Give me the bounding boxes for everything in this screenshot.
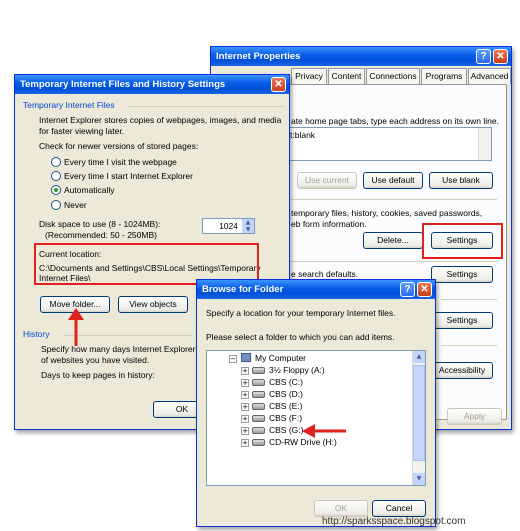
- hard-drive-icon: [252, 379, 265, 386]
- expand-icon[interactable]: +: [241, 403, 249, 411]
- scroll-up-icon[interactable]: ▲: [413, 351, 425, 363]
- browse-select-prompt: Please select a folder to which you can …: [206, 332, 395, 342]
- tab-privacy[interactable]: Privacy: [291, 68, 327, 84]
- cd-drive-icon: [252, 439, 265, 446]
- expand-icon[interactable]: +: [241, 439, 249, 447]
- apply-button[interactable]: Apply: [447, 408, 502, 425]
- browse-folder-window: Browse for Folder ? ✕ Specify a location…: [196, 279, 436, 527]
- temp-files-group-title: Temporary Internet Files: [23, 100, 115, 110]
- browsing-history-text-2: eb form information.: [291, 219, 367, 229]
- hard-drive-icon: [252, 391, 265, 398]
- browsing-history-text-1: temporary files, history, cookies, saved…: [291, 208, 483, 218]
- help-icon[interactable]: ?: [400, 282, 415, 297]
- radio-every-start[interactable]: [51, 171, 61, 181]
- scroll-thumb[interactable]: [413, 365, 425, 461]
- window-title: Browse for Folder: [202, 284, 284, 295]
- expand-icon[interactable]: +: [241, 367, 249, 375]
- tabs-settings-button[interactable]: Settings: [431, 312, 493, 329]
- use-current-button[interactable]: Use current: [297, 172, 357, 189]
- expand-icon[interactable]: +: [241, 427, 249, 435]
- radio-label: Automatically: [64, 185, 115, 195]
- browse-ok-button[interactable]: OK: [314, 500, 368, 517]
- expand-icon[interactable]: +: [241, 379, 249, 387]
- check-newer-label: Check for newer versions of stored pages…: [39, 141, 199, 151]
- disk-space-spinner[interactable]: 1024 ▲ ▼: [202, 218, 255, 234]
- expand-icon[interactable]: +: [241, 391, 249, 399]
- textbox-scrollbar[interactable]: [478, 128, 491, 160]
- tree-scrollbar[interactable]: ▲ ▼: [412, 351, 425, 485]
- days-to-keep-label: Days to keep pages in history:: [41, 370, 155, 380]
- close-icon[interactable]: ✕: [417, 282, 432, 297]
- browse-instruction: Specify a location for your temporary In…: [206, 308, 396, 318]
- folder-tree[interactable]: ▲ ▼ − My Computer + 3½ Floppy (A:) + CBS…: [206, 350, 426, 486]
- tree-item-drive-f[interactable]: CBS (F:): [269, 413, 302, 425]
- accessibility-button[interactable]: Accessibility: [431, 362, 493, 379]
- search-settings-button[interactable]: Settings: [431, 266, 493, 283]
- divider: [441, 299, 497, 300]
- temp-files-description-2: for faster viewing later.: [39, 126, 125, 136]
- tab-programs[interactable]: Programs: [421, 68, 467, 84]
- group-divider: [129, 106, 285, 107]
- search-text: e search defaults.: [291, 269, 359, 279]
- divider: [287, 261, 497, 262]
- tree-item-drive-c[interactable]: CBS (C:): [269, 377, 303, 389]
- radio-label: Never: [64, 200, 87, 210]
- divider: [287, 199, 497, 200]
- disk-space-value: 1024: [219, 221, 238, 231]
- hard-drive-icon: [252, 415, 265, 422]
- computer-icon: [241, 353, 251, 362]
- delete-button[interactable]: Delete...: [363, 232, 423, 249]
- expand-icon[interactable]: +: [241, 415, 249, 423]
- radio-label: Every time I start Internet Explorer: [64, 171, 193, 181]
- annotation-arrow-move-folder: [68, 308, 84, 346]
- hard-drive-icon: [252, 403, 265, 410]
- home-page-textbox[interactable]: t:blank: [287, 127, 492, 161]
- collapse-icon[interactable]: −: [229, 355, 237, 363]
- disk-space-label: Disk space to use (8 - 1024MB):: [39, 219, 161, 229]
- browse-cancel-button[interactable]: Cancel: [372, 500, 426, 517]
- hard-drive-icon: [252, 427, 265, 434]
- radio-label: Every time I visit the webpage: [64, 157, 177, 167]
- disk-space-recommended: (Recommended: 50 - 250MB): [45, 230, 157, 240]
- annotation-box-settings: [422, 223, 503, 259]
- use-blank-button[interactable]: Use blank: [429, 172, 493, 189]
- window-title: Internet Properties: [216, 51, 301, 62]
- tab-bar: Privacy Content Connections Programs Adv…: [291, 68, 511, 84]
- tree-item-drive-e[interactable]: CBS (E:): [269, 401, 303, 413]
- history-group-title: History: [23, 329, 50, 339]
- floppy-drive-icon: [252, 367, 265, 374]
- close-icon[interactable]: ✕: [493, 49, 508, 64]
- tree-item-drive-g[interactable]: CBS (G:): [269, 425, 303, 437]
- radio-every-visit[interactable]: [51, 157, 61, 167]
- window-title: Temporary Internet Files and History Set…: [20, 79, 226, 90]
- browse-folder-titlebar[interactable]: Browse for Folder ? ✕: [197, 280, 435, 299]
- spinner-arrows-icon[interactable]: ▲ ▼: [242, 219, 254, 233]
- tree-item-my-computer[interactable]: My Computer: [255, 353, 306, 365]
- annotation-arrow-drive-g: [302, 424, 346, 438]
- radio-automatically[interactable]: [51, 185, 61, 195]
- watermark: http://sparksspace.blogspot.com: [322, 516, 466, 527]
- home-page-url: t:blank: [290, 130, 316, 140]
- close-icon[interactable]: ✕: [271, 77, 286, 92]
- scroll-down-icon[interactable]: ▼: [413, 473, 425, 485]
- tree-item-drive-d[interactable]: CBS (D:): [269, 389, 303, 401]
- tab-connections[interactable]: Connections: [366, 68, 420, 84]
- tab-content[interactable]: Content: [328, 68, 365, 84]
- tree-item-floppy[interactable]: 3½ Floppy (A:): [269, 365, 325, 377]
- temp-files-description-1: Internet Explorer stores copies of webpa…: [39, 115, 282, 125]
- use-default-button[interactable]: Use default: [363, 172, 423, 189]
- help-icon[interactable]: ?: [476, 49, 491, 64]
- home-page-text: ate home page tabs, type each address on…: [291, 116, 499, 126]
- internet-properties-titlebar[interactable]: Internet Properties ? ✕: [211, 47, 511, 66]
- radio-never[interactable]: [51, 200, 61, 210]
- divider: [441, 345, 497, 346]
- temp-files-titlebar[interactable]: Temporary Internet Files and History Set…: [15, 75, 289, 94]
- view-objects-button[interactable]: View objects: [118, 296, 188, 313]
- tab-advanced[interactable]: Advanced: [468, 68, 511, 84]
- history-description-2: of websites you have visited.: [41, 355, 150, 365]
